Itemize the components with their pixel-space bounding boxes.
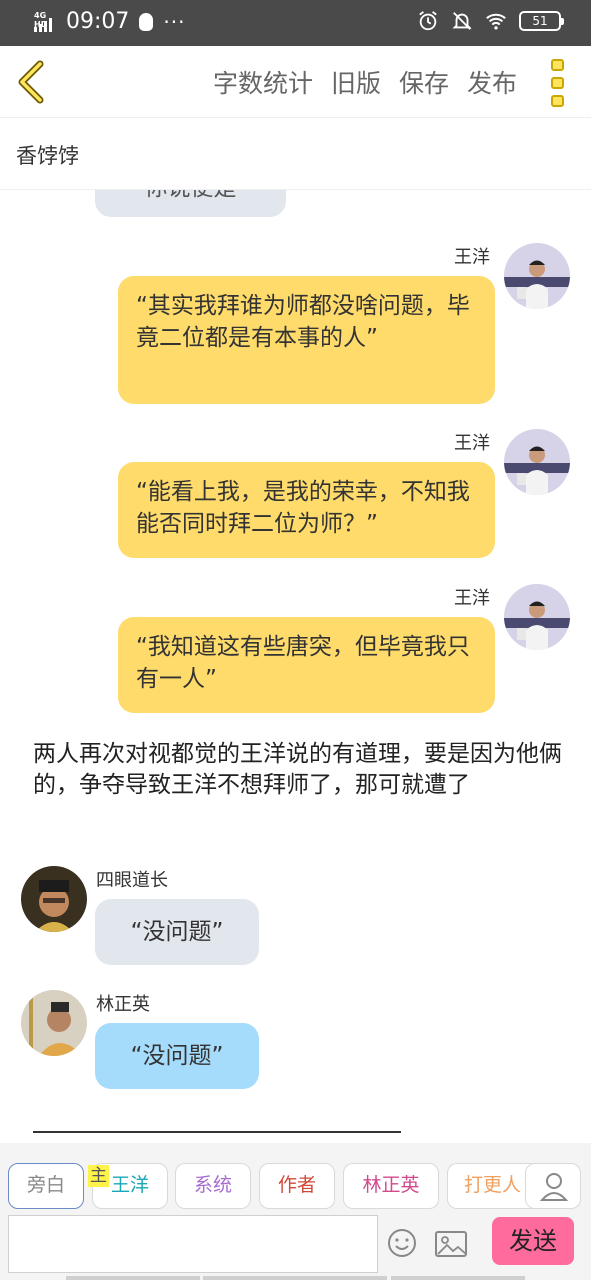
message-bubble: “没问题” xyxy=(95,899,259,965)
word-count-button[interactable]: 字数统计 xyxy=(213,64,313,100)
message-text: 你说便是 xyxy=(145,190,237,201)
person-icon xyxy=(539,1173,569,1201)
story-title: 香饽饽 xyxy=(16,144,79,168)
save-button[interactable]: 保存 xyxy=(399,64,449,100)
message-input[interactable] xyxy=(8,1215,378,1273)
speaker-name: 王洋 xyxy=(454,247,490,268)
battery-icon: 51 xyxy=(519,11,564,31)
role-label: 王洋 xyxy=(110,1174,149,1196)
old-version-button[interactable]: 旧版 xyxy=(331,64,381,100)
message-text: “没问题” xyxy=(130,1043,224,1069)
mute-bell-icon xyxy=(452,12,472,30)
avatar-wang-yang[interactable] xyxy=(504,429,570,495)
message-text: “其实我拜谁为师都没啥问题，毕竟二位都是有本事的人” xyxy=(136,293,470,351)
avatar-lin-zheng-ying[interactable] xyxy=(21,990,87,1056)
clock: 09:07 xyxy=(66,9,130,34)
message-text: “没问题” xyxy=(130,919,224,945)
more-notifications-icon: ··· xyxy=(163,9,186,34)
wifi-icon xyxy=(486,13,506,30)
status-bar: 4G HD 09:07 ··· 51 xyxy=(0,0,591,46)
role-label: 作者 xyxy=(277,1174,316,1196)
speaker-name: 四眼道长 xyxy=(96,870,168,891)
chat-area[interactable]: 你说便是 王洋 “其实我拜谁为师都没啥问题，毕竟二位都是有本事的人” 王洋 “能… xyxy=(0,190,591,1140)
add-role-button[interactable] xyxy=(525,1163,581,1209)
avatar-si-yan-dao-zhang[interactable] xyxy=(21,866,87,932)
battery-level: 51 xyxy=(532,14,548,28)
role-label: 系统 xyxy=(193,1174,232,1196)
publish-button[interactable]: 发布 xyxy=(467,64,517,100)
home-indicator xyxy=(391,1276,525,1280)
message-bubble: “没问题” xyxy=(95,1023,259,1089)
message-bubble: “能看上我，是我的荣幸，不知我能否同时拜二位为师？” xyxy=(118,462,495,558)
composer-panel: 旁白 王洋 主 系统 作者 林正英 打更人 发送 xyxy=(0,1143,591,1280)
role-label: 打更人 xyxy=(463,1174,521,1196)
role-tab-system[interactable]: 系统 xyxy=(175,1163,251,1209)
home-indicator xyxy=(203,1276,387,1280)
home-indicator xyxy=(66,1276,200,1280)
role-label: 旁白 xyxy=(26,1174,65,1196)
role-tab-watchman[interactable]: 打更人 xyxy=(447,1163,537,1209)
speaker-name: 王洋 xyxy=(454,588,490,609)
speaker-name: 王洋 xyxy=(454,433,490,454)
message-bubble: “我知道这有些唐突，但毕竟我只有一人” xyxy=(118,617,495,713)
emoji-icon[interactable] xyxy=(386,1227,418,1259)
avatar-wang-yang[interactable] xyxy=(504,243,570,309)
alarm-icon xyxy=(419,11,437,31)
speaker-name: 林正英 xyxy=(96,994,150,1015)
message-text: “我知道这有些唐突，但毕竟我只有一人” xyxy=(136,634,470,692)
role-tab-lin-zheng-ying[interactable]: 林正英 xyxy=(343,1163,439,1209)
narration-text: 两人再次对视都觉的王洋说的有道理，要是因为他俩的，争夺导致王洋不想拜师了，那可就… xyxy=(33,741,562,798)
signal-icon: 4G HD xyxy=(34,11,60,33)
role-label: 林正英 xyxy=(362,1174,420,1196)
qq-icon xyxy=(139,12,154,31)
more-menu-icon[interactable] xyxy=(551,59,567,107)
role-tab-narrator[interactable]: 旁白 xyxy=(8,1163,84,1209)
divider-line xyxy=(33,1131,401,1133)
story-title-bar[interactable]: 香饽饽 xyxy=(0,118,591,190)
message-bubble: “其实我拜谁为师都没啥问题，毕竟二位都是有本事的人” xyxy=(118,276,495,404)
protagonist-badge: 主 xyxy=(88,1165,109,1187)
send-button[interactable]: 发送 xyxy=(492,1217,574,1265)
avatar-wang-yang[interactable] xyxy=(504,584,570,650)
back-chevron-icon[interactable] xyxy=(14,60,54,104)
message-text: “能看上我，是我的荣幸，不知我能否同时拜二位为师？” xyxy=(136,479,470,537)
message-bubble-partial: 你说便是 xyxy=(95,190,286,217)
role-tab-author[interactable]: 作者 xyxy=(259,1163,335,1209)
app-header: 字数统计 旧版 保存 发布 xyxy=(0,46,591,118)
image-icon[interactable] xyxy=(434,1229,468,1259)
